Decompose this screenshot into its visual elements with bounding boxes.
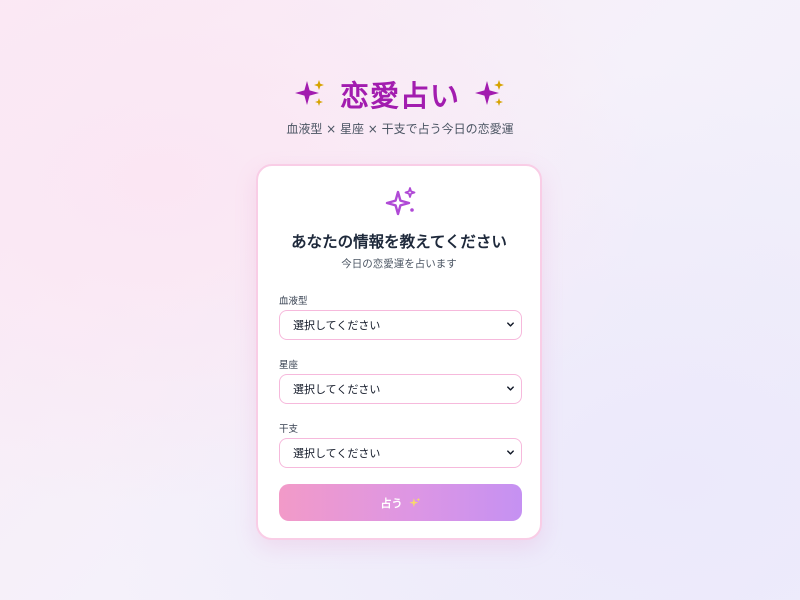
blood-type-label: 血液型 xyxy=(279,296,308,307)
fortune-form-card: あなたの情報を教えてください 今日の恋愛運を占います 血液型 選択してください … xyxy=(256,164,542,540)
page-title: 恋愛占い xyxy=(339,79,460,113)
blood-type-select[interactable]: 選択してください xyxy=(279,310,522,340)
sparkles-icon xyxy=(408,497,420,507)
chevron-down-icon xyxy=(507,322,514,327)
fortune-submit-button[interactable]: 占う xyxy=(279,484,522,521)
eto-select[interactable]: 選択してください xyxy=(279,438,522,468)
chevron-down-icon xyxy=(507,450,514,455)
sparkles-icon xyxy=(385,187,416,216)
zodiac-select[interactable]: 選択してください xyxy=(279,374,522,404)
page-subtitle: 血液型 × 星座 × 干支で占う今日の恋愛運 xyxy=(286,122,514,136)
sparkles-icon xyxy=(475,80,504,106)
title-row: 恋愛占い xyxy=(0,74,800,114)
chevron-down-icon xyxy=(507,386,514,391)
blood-type-select-value: 選択してください xyxy=(293,319,381,332)
card-title: あなたの情報を教えてください xyxy=(291,233,507,251)
page-header: 恋愛占い 血液型 × 星座 × 干支で占う今日の恋愛運 xyxy=(0,74,800,137)
zodiac-label: 星座 xyxy=(279,360,299,371)
eto-select-value: 選択してください xyxy=(293,447,381,460)
submit-label: 占う xyxy=(380,496,403,510)
eto-label: 干支 xyxy=(279,424,299,435)
zodiac-select-value: 選択してください xyxy=(293,383,381,396)
card-subtitle: 今日の恋愛運を占います xyxy=(341,258,457,270)
sparkles-icon xyxy=(294,80,324,106)
